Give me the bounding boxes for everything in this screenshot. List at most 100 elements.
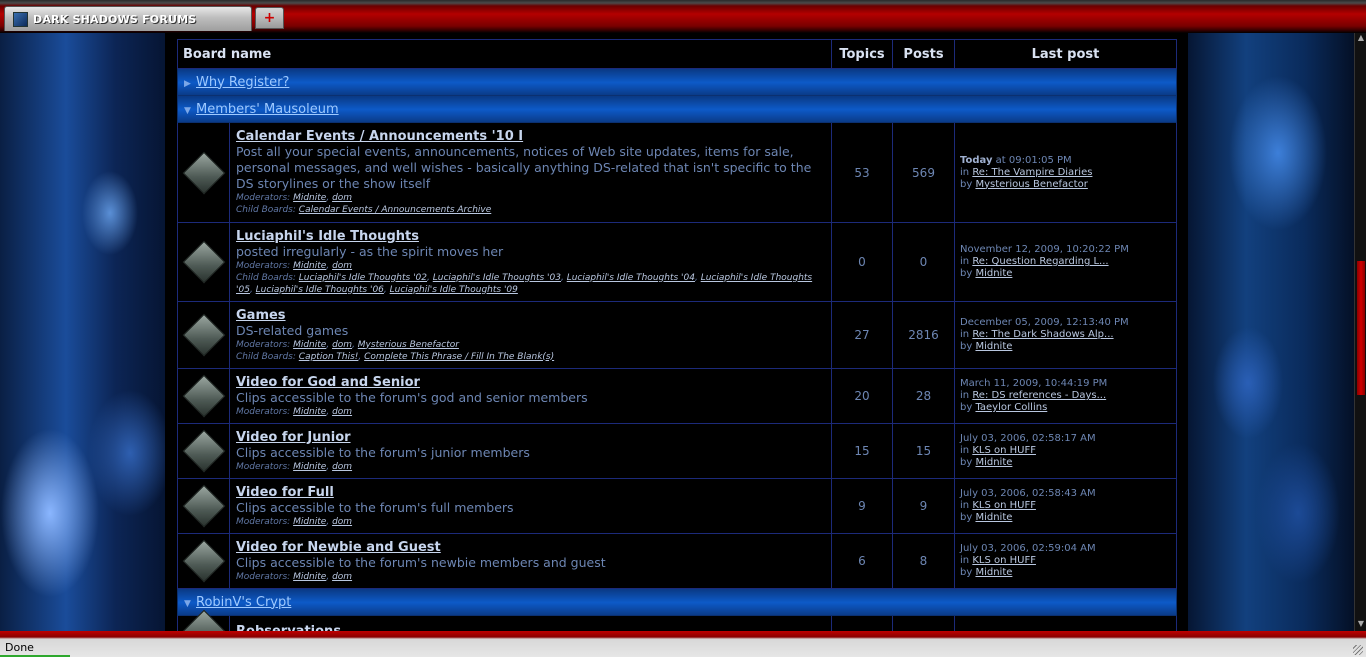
moderator-link[interactable]: Midnite <box>293 572 326 582</box>
last-post-author-link[interactable]: Midnite <box>975 341 1012 352</box>
child-board-link[interactable]: Caption This! <box>299 352 359 362</box>
header-posts: Posts <box>892 39 955 69</box>
category-link[interactable]: Why Register? <box>196 75 289 90</box>
last-post-topic-link[interactable]: KLS on HUFF <box>972 445 1036 456</box>
moderator-link[interactable]: Midnite <box>293 407 326 417</box>
last-post-author-link[interactable]: Midnite <box>975 567 1012 578</box>
board-status-icon <box>182 313 225 357</box>
child-board-link[interactable]: Calendar Events / Announcements Archive <box>299 205 491 215</box>
board-last-post: July 03, 2006, 02:58:43 AM in KLS on HUFF… <box>954 478 1177 534</box>
board-name-link[interactable]: Robservations <box>236 624 825 632</box>
board-name-link[interactable]: Video for Newbie and Guest <box>236 540 825 555</box>
board-status-icon <box>182 484 225 528</box>
board-name-link[interactable]: Luciaphil's Idle Thoughts <box>236 229 825 244</box>
board-name-link[interactable]: Video for God and Senior <box>236 375 825 390</box>
collapse-arrow-icon[interactable]: ▼ <box>184 599 196 609</box>
board-index-table: Board name Topics Posts Last post ▶ Why R… <box>177 39 1177 631</box>
moderator-link[interactable]: dom <box>332 340 352 350</box>
board-status-icon <box>182 151 225 194</box>
last-post-topic-link[interactable]: Re: The Vampire Diaries <box>972 167 1092 178</box>
board-last-post: November 12, 2009, 10:20:22 PM in Re: Que… <box>954 222 1177 302</box>
moderator-link[interactable]: dom <box>332 517 352 527</box>
board-info: Games DS-related games Moderators: Midnite… <box>229 301 832 369</box>
moderator-link[interactable]: dom <box>332 572 352 582</box>
resize-grip-icon[interactable] <box>1353 645 1363 655</box>
last-post-author-link[interactable]: Taeylor Collins <box>975 402 1047 413</box>
board-row: Video for Newbie and Guest Clips accessib… <box>177 533 1177 589</box>
vertical-scrollbar[interactable]: ▲ ▼ <box>1354 33 1366 631</box>
board-posts-count <box>892 615 955 631</box>
last-post-topic-link[interactable]: KLS on HUFF <box>972 555 1036 566</box>
child-board-link[interactable]: Luciaphil's Idle Thoughts '04 <box>567 273 695 283</box>
moderator-link[interactable]: dom <box>332 407 352 417</box>
last-post-date: July 03, 2006, 02:59:04 AM <box>960 543 1096 554</box>
child-boards-label: Child Boards: <box>236 351 296 362</box>
board-name-link[interactable]: Games <box>236 308 825 323</box>
board-child-boards: Child Boards: Calendar Events / Announce… <box>236 204 825 216</box>
last-post-author-link[interactable]: Midnite <box>975 268 1012 279</box>
board-info: Luciaphil's Idle Thoughts posted irregula… <box>229 222 832 302</box>
moderators-label: Moderators: <box>236 260 291 271</box>
board-posts-count: 28 <box>892 368 955 424</box>
last-post-topic-link[interactable]: Re: DS references - Days... <box>972 390 1106 401</box>
in-label: in <box>960 555 970 566</box>
child-board-link[interactable]: Luciaphil's Idle Thoughts '09 <box>390 285 518 295</box>
category-cell: ▶ Why Register? <box>177 68 1177 96</box>
board-name-link[interactable]: Calendar Events / Announcements '10 I <box>236 129 825 144</box>
browser-tab[interactable]: DARK SHADOWS FORUMS <box>4 6 252 31</box>
by-label: by <box>960 512 973 523</box>
board-last-post: December 05, 2009, 12:13:40 PM in Re: The… <box>954 301 1177 369</box>
board-last-post: July 03, 2006, 02:58:17 AM in KLS on HUFF… <box>954 423 1177 479</box>
board-moderators: Moderators: Midnite, dom <box>236 193 353 203</box>
last-post-author-link[interactable]: Midnite <box>975 457 1012 468</box>
category-link[interactable]: RobinV's Crypt <box>196 595 291 610</box>
moderator-link[interactable]: Mysterious Benefactor <box>358 340 459 350</box>
board-moderators: Moderators: Midnite, dom <box>236 461 353 472</box>
board-row: Video for God and Senior Clips accessible… <box>177 368 1177 424</box>
moderator-link[interactable]: dom <box>332 261 352 271</box>
moderator-link[interactable]: Midnite <box>293 517 326 527</box>
category-link[interactable]: Members' Mausoleum <box>196 102 339 117</box>
board-table-header: Board name Topics Posts Last post <box>177 39 1177 69</box>
moderator-link[interactable]: Midnite <box>293 193 326 203</box>
child-board-link[interactable]: Luciaphil's Idle Thoughts '06 <box>256 285 384 295</box>
child-board-link[interactable]: Complete This Phrase / Fill In The Blank… <box>364 352 554 362</box>
child-boards-label: Child Boards: <box>236 205 296 215</box>
scroll-up-icon[interactable]: ▲ <box>1355 33 1366 45</box>
moderator-link[interactable]: Midnite <box>293 462 326 472</box>
last-post-topic-link[interactable]: KLS on HUFF <box>972 500 1036 511</box>
scroll-down-icon[interactable]: ▼ <box>1355 619 1366 631</box>
moderator-link[interactable]: Midnite <box>293 261 326 271</box>
board-name-link[interactable]: Video for Junior <box>236 430 825 445</box>
board-topics-count: 20 <box>831 368 893 424</box>
board-info: Video for Junior Clips accessible to the … <box>229 423 832 479</box>
child-board-link[interactable]: Luciaphil's Idle Thoughts '02 <box>299 273 427 283</box>
board-description: DS-related games <box>236 322 349 338</box>
scrollbar-thumb[interactable] <box>1357 261 1365 395</box>
in-label: in <box>960 445 970 456</box>
board-name-link[interactable]: Video for Full <box>236 485 825 500</box>
board-topics-count: 6 <box>831 533 893 589</box>
child-board-link[interactable]: Luciaphil's Idle Thoughts '03 <box>433 273 561 283</box>
moderator-link[interactable]: dom <box>332 462 352 472</box>
collapse-arrow-icon[interactable]: ▼ <box>184 106 196 116</box>
last-post-date: December 05, 2009, 12:13:40 PM <box>960 317 1129 328</box>
moderator-link[interactable]: Midnite <box>293 340 326 350</box>
board-info: Video for Newbie and Guest Clips accessib… <box>229 533 832 589</box>
child-boards-label: Child Boards: <box>236 272 296 283</box>
last-post-topic-link[interactable]: Re: Question Regarding L... <box>972 256 1108 267</box>
last-post-author-link[interactable]: Mysterious Benefactor <box>975 179 1087 190</box>
board-icon-cell <box>177 609 230 631</box>
last-post-topic-link[interactable]: Re: The Dark Shadows Alp... <box>972 329 1113 340</box>
new-tab-button[interactable]: + <box>255 7 284 29</box>
last-post-author-link[interactable]: Midnite <box>975 512 1012 523</box>
moderator-link[interactable]: dom <box>332 193 352 203</box>
in-label: in <box>960 500 970 511</box>
board-info: Robservations <box>229 615 832 632</box>
board-posts-count: 15 <box>892 423 955 479</box>
expand-arrow-icon[interactable]: ▶ <box>184 79 196 89</box>
last-post-date: July 03, 2006, 02:58:17 AM <box>960 433 1096 444</box>
board-posts-count: 9 <box>892 478 955 534</box>
board-topics-count: 53 <box>831 122 893 223</box>
last-post-date: March 11, 2009, 10:44:19 PM <box>960 378 1108 389</box>
